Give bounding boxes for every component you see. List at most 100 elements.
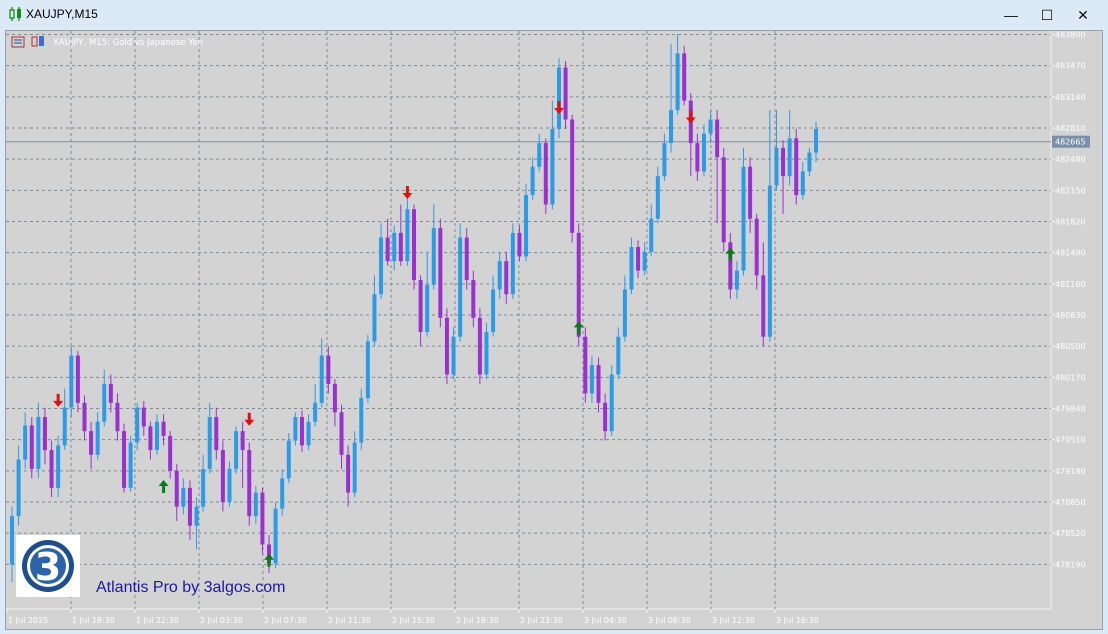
bull-candle xyxy=(807,152,812,172)
price-tick-label: 480830 xyxy=(1055,311,1086,320)
bear-candle xyxy=(504,261,509,295)
bull-candle xyxy=(135,407,140,443)
current-price-text: 482665 xyxy=(1055,138,1086,147)
bear-candle xyxy=(781,147,786,177)
bull-candle xyxy=(524,195,529,257)
price-tick-label: 482150 xyxy=(1055,186,1086,195)
bear-candle xyxy=(398,232,403,262)
bear-candle xyxy=(214,417,219,451)
bull-candle xyxy=(234,431,239,469)
bull-candle xyxy=(662,143,667,177)
bull-candle xyxy=(207,417,212,469)
bull-candle xyxy=(708,119,713,134)
price-tick-label: 483140 xyxy=(1055,93,1086,102)
bear-candle xyxy=(29,425,34,469)
time-tick-label: 3 Jul 04:30 xyxy=(584,616,627,625)
time-tick-label: 3 Jul 16:30 xyxy=(776,616,819,625)
price-tick-label: 482480 xyxy=(1055,155,1086,164)
signal-arrows xyxy=(53,101,736,567)
bull-candle xyxy=(194,506,199,526)
sell-arrow-icon xyxy=(553,101,564,115)
bull-candle xyxy=(227,468,232,502)
bull-candle xyxy=(741,166,746,271)
bear-candle xyxy=(444,317,449,375)
price-tick-label: 479180 xyxy=(1055,467,1086,476)
3algos-logo: 3 xyxy=(16,535,80,597)
price-tick-label: 483800 xyxy=(1055,31,1086,40)
bull-candle xyxy=(451,336,456,375)
bear-candle xyxy=(418,280,423,332)
bull-candle xyxy=(669,110,674,144)
bear-candle xyxy=(326,355,331,384)
logo-glyph: 3 xyxy=(35,545,61,589)
bear-candle xyxy=(754,218,759,276)
time-tick-label: 2 Jul 07:30 xyxy=(264,616,307,625)
bear-candle xyxy=(240,431,245,451)
bear-candle xyxy=(636,247,641,271)
price-tick-label: 482810 xyxy=(1055,124,1086,133)
bull-candle xyxy=(642,251,647,271)
bear-candle xyxy=(583,336,588,394)
bear-candle xyxy=(438,228,443,318)
bull-candle xyxy=(734,270,739,290)
bear-candle xyxy=(75,355,80,403)
bull-candle xyxy=(537,143,542,167)
bull-candle xyxy=(484,332,489,375)
bear-candle xyxy=(570,119,575,233)
bear-candle xyxy=(517,232,522,257)
time-axis: 1 Jul 2025 1 Jul 18:30 1 Jul 22:30 2 Jul 03… xyxy=(6,609,819,625)
bull-candle xyxy=(556,67,561,129)
bull-candle xyxy=(10,516,14,565)
bull-candle xyxy=(23,425,28,460)
bull-candle xyxy=(675,53,680,111)
price-axis: 483800 483470 483140 482810 482480 482150 4818… xyxy=(1051,31,1086,569)
chart-window[interactable]: 482665 483800 483470 483140 482810 482480 482… xyxy=(5,30,1103,630)
bull-candle xyxy=(154,421,159,451)
bear-candle xyxy=(464,237,469,281)
bear-candle xyxy=(346,454,351,493)
sell-arrow-icon xyxy=(685,110,696,124)
bear-candle xyxy=(471,280,476,318)
bear-candle xyxy=(42,417,47,451)
bear-candle xyxy=(148,426,153,451)
candlesticks xyxy=(10,34,818,583)
bear-candle xyxy=(108,383,113,403)
candlestick-chart-icon xyxy=(9,7,21,21)
bull-candle xyxy=(36,417,41,469)
bull-candle xyxy=(128,442,133,488)
bull-candle xyxy=(253,492,258,517)
maximize-button[interactable]: ☐ xyxy=(1029,0,1065,30)
bear-candle xyxy=(115,402,120,432)
bear-candle xyxy=(122,431,127,488)
bull-candle xyxy=(629,247,634,290)
bull-candle xyxy=(62,407,67,446)
bull-candle xyxy=(56,445,61,488)
time-tick-label: 2 Jul 11:30 xyxy=(328,616,371,625)
bull-candle xyxy=(800,171,805,196)
time-tick-label: 2 Jul 23:30 xyxy=(520,616,563,625)
bull-candle xyxy=(405,209,410,262)
time-tick-label: 3 Jul 08:30 xyxy=(648,616,691,625)
bear-candle xyxy=(89,431,94,455)
window-titlebar: XAUJPY,M15 — ☐ ✕ xyxy=(0,0,1108,30)
sell-arrow-icon xyxy=(53,393,64,407)
bear-candle xyxy=(412,209,416,281)
chart-header: XAUJPY, M15: Gold vs Japanese Yen xyxy=(11,36,203,48)
bear-candle xyxy=(220,450,225,502)
bull-candle xyxy=(701,133,706,172)
bear-candle xyxy=(761,275,766,337)
minimize-button[interactable]: — xyxy=(993,0,1029,30)
sell-arrow-icon xyxy=(402,186,413,200)
close-button[interactable]: ✕ xyxy=(1065,0,1101,30)
bull-candle xyxy=(616,336,621,375)
bull-candle xyxy=(491,289,496,332)
bear-candle xyxy=(141,407,146,427)
price-chart[interactable]: 482665 483800 483470 483140 482810 482480 482… xyxy=(6,31,1102,629)
time-tick-label: 2 Jul 15:30 xyxy=(392,616,435,625)
bear-candle xyxy=(49,450,54,488)
bear-candle xyxy=(576,232,581,337)
sell-arrow-icon xyxy=(244,412,255,426)
bull-candle xyxy=(95,421,100,455)
bear-candle xyxy=(161,421,166,436)
bull-candle xyxy=(530,166,535,196)
